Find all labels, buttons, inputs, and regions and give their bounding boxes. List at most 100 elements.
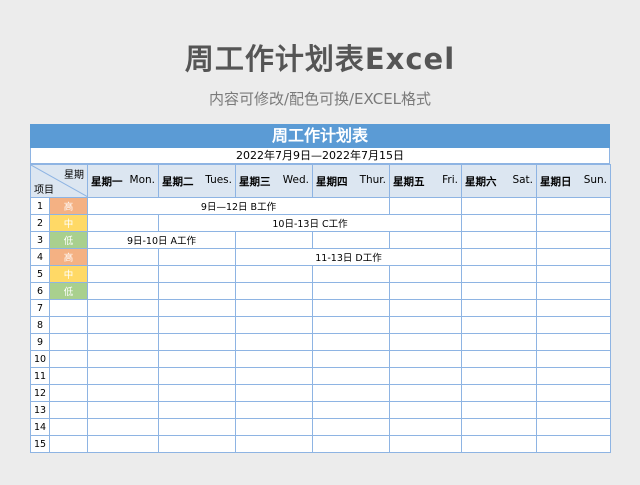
empty-cell[interactable] [389, 401, 462, 419]
row-number[interactable]: 8 [30, 316, 50, 334]
task-cell[interactable]: 10日-13日 C工作 [158, 214, 462, 232]
priority-cell[interactable] [49, 384, 88, 402]
priority-cell[interactable]: 高 [49, 197, 88, 215]
empty-cell[interactable] [536, 384, 611, 402]
empty-cell[interactable] [158, 333, 236, 351]
empty-cell[interactable] [312, 299, 390, 317]
row-number[interactable]: 15 [30, 435, 50, 453]
empty-cell[interactable] [312, 265, 390, 283]
empty-cell[interactable] [235, 265, 313, 283]
empty-cell[interactable] [158, 401, 236, 419]
empty-cell[interactable] [312, 401, 390, 419]
empty-cell[interactable] [536, 435, 611, 453]
priority-cell[interactable]: 中 [49, 265, 88, 283]
empty-cell[interactable] [158, 350, 236, 368]
empty-cell[interactable] [158, 316, 236, 334]
empty-cell[interactable] [389, 384, 462, 402]
empty-cell[interactable] [87, 299, 159, 317]
empty-cell[interactable] [536, 367, 611, 385]
empty-cell[interactable] [461, 265, 537, 283]
empty-cell[interactable] [87, 401, 159, 419]
row-number[interactable]: 2 [30, 214, 50, 232]
priority-cell[interactable]: 低 [49, 282, 88, 300]
empty-cell[interactable] [158, 248, 236, 266]
empty-cell[interactable] [461, 231, 537, 249]
priority-cell[interactable] [49, 401, 88, 419]
empty-cell[interactable] [461, 282, 537, 300]
priority-cell[interactable]: 低 [49, 231, 88, 249]
empty-cell[interactable] [312, 282, 390, 300]
empty-cell[interactable] [87, 248, 159, 266]
empty-cell[interactable] [389, 265, 462, 283]
empty-cell[interactable] [461, 197, 537, 215]
empty-cell[interactable] [536, 231, 611, 249]
empty-cell[interactable] [87, 214, 159, 232]
empty-cell[interactable] [389, 367, 462, 385]
task-cell[interactable]: 9日—12日 B工作 [87, 197, 390, 215]
empty-cell[interactable] [235, 401, 313, 419]
empty-cell[interactable] [536, 197, 611, 215]
empty-cell[interactable] [87, 367, 159, 385]
day-header[interactable]: 星期五 Fri. [389, 164, 462, 198]
empty-cell[interactable] [312, 231, 390, 249]
day-header[interactable]: 星期四 Thur. [312, 164, 390, 198]
empty-cell[interactable] [87, 435, 159, 453]
empty-cell[interactable] [235, 282, 313, 300]
empty-cell[interactable] [389, 197, 462, 215]
row-number[interactable]: 7 [30, 299, 50, 317]
row-number[interactable]: 14 [30, 418, 50, 436]
empty-cell[interactable] [235, 231, 313, 249]
row-number[interactable]: 11 [30, 367, 50, 385]
empty-cell[interactable] [235, 418, 313, 436]
empty-cell[interactable] [87, 418, 159, 436]
empty-cell[interactable] [389, 350, 462, 368]
priority-cell[interactable] [49, 299, 88, 317]
empty-cell[interactable] [312, 316, 390, 334]
empty-cell[interactable] [158, 265, 236, 283]
empty-cell[interactable] [461, 214, 537, 232]
row-number[interactable]: 6 [30, 282, 50, 300]
empty-cell[interactable] [235, 333, 313, 351]
row-number[interactable]: 1 [30, 197, 50, 215]
task-cell[interactable]: 11-13日 D工作 [235, 248, 462, 266]
empty-cell[interactable] [158, 299, 236, 317]
empty-cell[interactable] [536, 316, 611, 334]
empty-cell[interactable] [312, 384, 390, 402]
empty-cell[interactable] [312, 418, 390, 436]
priority-cell[interactable] [49, 367, 88, 385]
empty-cell[interactable] [389, 435, 462, 453]
empty-cell[interactable] [312, 367, 390, 385]
empty-cell[interactable] [158, 418, 236, 436]
empty-cell[interactable] [389, 333, 462, 351]
empty-cell[interactable] [461, 299, 537, 317]
row-number[interactable]: 13 [30, 401, 50, 419]
empty-cell[interactable] [235, 299, 313, 317]
empty-cell[interactable] [235, 367, 313, 385]
empty-cell[interactable] [461, 401, 537, 419]
priority-cell[interactable] [49, 333, 88, 351]
empty-cell[interactable] [312, 435, 390, 453]
row-number[interactable]: 3 [30, 231, 50, 249]
empty-cell[interactable] [87, 316, 159, 334]
empty-cell[interactable] [87, 282, 159, 300]
empty-cell[interactable] [536, 282, 611, 300]
priority-cell[interactable]: 中 [49, 214, 88, 232]
empty-cell[interactable] [389, 299, 462, 317]
empty-cell[interactable] [389, 316, 462, 334]
empty-cell[interactable] [461, 248, 537, 266]
empty-cell[interactable] [461, 435, 537, 453]
priority-cell[interactable] [49, 418, 88, 436]
empty-cell[interactable] [87, 333, 159, 351]
empty-cell[interactable] [536, 214, 611, 232]
empty-cell[interactable] [536, 333, 611, 351]
empty-cell[interactable] [87, 384, 159, 402]
empty-cell[interactable] [461, 418, 537, 436]
row-number[interactable]: 4 [30, 248, 50, 266]
empty-cell[interactable] [312, 333, 390, 351]
empty-cell[interactable] [536, 248, 611, 266]
empty-cell[interactable] [461, 384, 537, 402]
empty-cell[interactable] [461, 350, 537, 368]
row-number[interactable]: 5 [30, 265, 50, 283]
priority-cell[interactable] [49, 350, 88, 368]
empty-cell[interactable] [158, 367, 236, 385]
